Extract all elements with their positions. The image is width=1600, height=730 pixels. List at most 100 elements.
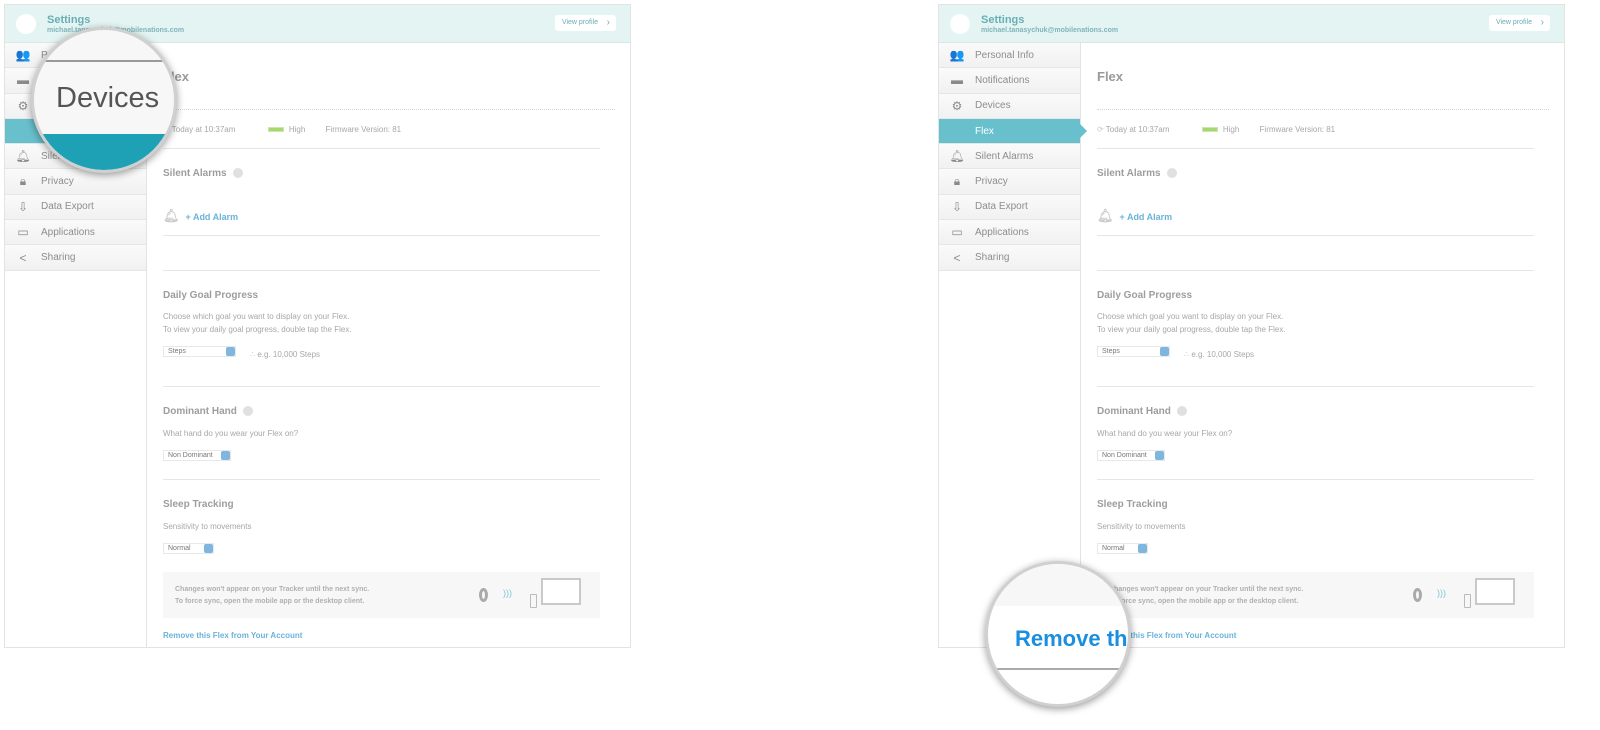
daily-goal-desc-2: To view your daily goal progress, double… <box>1097 325 1286 334</box>
phone-icon <box>530 594 537 608</box>
sleep-tracking-heading: Sleep Tracking <box>163 499 234 510</box>
divider <box>163 479 600 480</box>
settings-panel: Settings michael.tanasychuk@mobilenation… <box>938 4 1565 648</box>
sync-note-box: Changes won't appear on your Tracker unt… <box>1097 572 1534 618</box>
phone-icon <box>1464 594 1471 608</box>
share-icon: < <box>19 250 27 265</box>
device-status-row: ⟳ Today at 10:37am High Firmware Version… <box>163 125 401 134</box>
divider <box>1097 270 1534 271</box>
daily-goal-heading: Daily Goal Progress <box>163 290 259 301</box>
sync-icon: ⟳ <box>1097 125 1104 134</box>
sidebar-item-privacy[interactable]: 🔒︎ Privacy <box>5 169 146 195</box>
sleep-desc: Sensitivity to movements <box>163 522 252 531</box>
divider <box>163 148 600 149</box>
sidebar-item-sharing[interactable]: < Sharing <box>939 245 1080 271</box>
divider <box>1097 479 1534 480</box>
sidebar-item-label: Notifications <box>975 74 1030 86</box>
speech-bubble-icon: ▬ <box>951 73 963 88</box>
daily-goal-desc-1: Choose which goal you want to display on… <box>1097 312 1284 321</box>
bell-icon: 🔔︎ <box>949 149 965 164</box>
sidebar-item-personal-info[interactable]: 👥 Personal Info <box>939 43 1080 69</box>
dominant-hand-select[interactable]: Non Dominant <box>163 450 231 461</box>
sync-note-line-2: To force sync, open the mobile app or th… <box>1109 598 1299 605</box>
battery-level: High <box>1222 125 1240 134</box>
daily-goal-select[interactable]: Steps <box>1097 346 1170 357</box>
desktop-icon <box>541 578 581 605</box>
settings-header: Settings michael.tanasychuk@mobilenation… <box>939 5 1564 43</box>
firmware-version: Firmware Version: 81 <box>1259 125 1336 134</box>
tracker-icon <box>479 588 488 602</box>
example-text: e.g. 10,000 Steps <box>1191 350 1255 359</box>
export-icon: ⇩ <box>951 199 963 214</box>
dominant-hand-heading: Dominant Hand <box>163 406 253 417</box>
avatar <box>16 14 36 34</box>
heading-text: Dominant Hand <box>163 406 237 417</box>
view-profile-button[interactable]: View profile <box>1488 15 1550 31</box>
sidebar-item-label: Sharing <box>41 252 76 264</box>
sidebar-item-privacy[interactable]: 🔒︎ Privacy <box>939 169 1080 195</box>
bell-icon: 🔔︎ <box>1097 208 1114 223</box>
sidebar-item-label: Applications <box>41 226 95 238</box>
remove-device-link[interactable]: Remove this Flex from Your Account <box>163 631 302 640</box>
last-sync-time: Today at 10:37am <box>1105 125 1170 134</box>
daily-goal-select[interactable]: Steps <box>163 346 236 357</box>
sidebar-item-devices[interactable]: ⚙ Devices <box>939 93 1080 119</box>
sidebar-item-label: Silent Alarms <box>975 150 1034 162</box>
sync-note-line-2: To force sync, open the mobile app or th… <box>175 598 365 605</box>
select-value: Normal <box>168 545 191 552</box>
sidebar-item-label: Personal Info <box>975 49 1034 61</box>
dominant-hand-desc: What hand do you wear your Flex on? <box>1097 429 1233 438</box>
last-sync-time: Today at 10:37am <box>171 125 236 134</box>
add-alarm-button[interactable]: 🔔︎ + Add Alarm <box>1097 208 1172 224</box>
sidebar-item-label: Data Export <box>975 201 1028 213</box>
sidebar-item-flex[interactable]: Flex <box>939 118 1087 145</box>
sleep-tracking-heading: Sleep Tracking <box>1097 499 1168 510</box>
divider <box>163 386 600 387</box>
heading-text: Silent Alarms <box>1097 168 1161 179</box>
bell-icon: 🔔︎ <box>163 208 180 223</box>
sleep-sensitivity-select[interactable]: Normal <box>1097 543 1148 554</box>
sidebar-item-label: Applications <box>975 226 1029 238</box>
daily-goal-desc-2: To view your daily goal progress, double… <box>163 325 352 334</box>
chevron-updown-icon <box>221 451 230 460</box>
magnified-devices-label: Devices <box>56 82 160 114</box>
battery-icon <box>1201 127 1218 132</box>
sidebar-item-applications[interactable]: ▭ Applications <box>939 220 1080 246</box>
sidebar-item-sharing[interactable]: < Sharing <box>5 245 146 271</box>
sidebar-item-silent-alarms[interactable]: 🔔︎ Silent Alarms <box>939 144 1080 170</box>
sidebar-item-label: Flex <box>975 125 994 137</box>
sidebar-item-label: Data Export <box>41 201 94 213</box>
add-alarm-button[interactable]: 🔔︎ + Add Alarm <box>163 208 238 224</box>
sidebar-item-data-export[interactable]: ⇩ Data Export <box>5 194 146 221</box>
sleep-sensitivity-select[interactable]: Normal <box>163 543 214 554</box>
sidebar-item-label: Devices <box>975 100 1011 112</box>
battery-level: High <box>288 125 306 134</box>
help-icon[interactable] <box>242 406 253 417</box>
select-value: Non Dominant <box>168 452 213 459</box>
page-title: Flex <box>1097 69 1124 84</box>
divider <box>1097 235 1534 236</box>
sidebar-item-label: Privacy <box>41 176 74 188</box>
lock-icon: 🔒︎ <box>19 174 27 189</box>
view-profile-button[interactable]: View profile <box>554 15 616 31</box>
help-icon[interactable] <box>1176 406 1187 417</box>
help-icon[interactable] <box>232 168 243 179</box>
dominant-hand-heading: Dominant Hand <box>1097 406 1187 417</box>
select-value: Steps <box>1102 348 1120 355</box>
help-icon[interactable] <box>1166 168 1177 179</box>
sidebar-item-notifications[interactable]: ▬ Notifications <box>939 68 1080 94</box>
chevron-updown-icon <box>1160 347 1169 356</box>
example-text: e.g. 10,000 Steps <box>257 350 321 359</box>
sidebar-item-data-export[interactable]: ⇩ Data Export <box>939 194 1080 221</box>
chevron-updown-icon <box>1138 544 1147 553</box>
heading-text: Dominant Hand <box>1097 406 1171 417</box>
dominant-hand-select[interactable]: Non Dominant <box>1097 450 1165 461</box>
goal-example: ∴ e.g. 10,000 Steps <box>1184 350 1254 359</box>
chevron-updown-icon <box>1155 451 1164 460</box>
laptop-icon: ▭ <box>17 225 29 240</box>
sidebar-item-applications[interactable]: ▭ Applications <box>5 220 146 246</box>
user-email: michael.tanasychuk@mobilenations.com <box>981 27 1119 34</box>
select-value: Normal <box>1102 545 1125 552</box>
battery-icon <box>267 127 284 132</box>
chevron-updown-icon <box>204 544 213 553</box>
